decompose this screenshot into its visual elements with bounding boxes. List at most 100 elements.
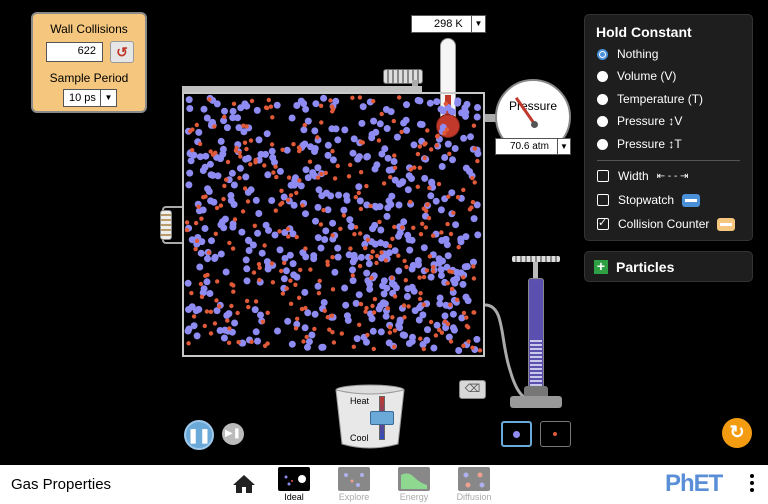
heavy-particle (399, 331, 407, 339)
light-particle (253, 157, 258, 163)
checkbox-width[interactable]: Width ⇤ - - ⇥ (597, 167, 688, 185)
ideal-screen-icon (278, 467, 310, 491)
light-particle (242, 140, 248, 145)
light-particle (439, 230, 444, 235)
heavy-particle (222, 268, 230, 276)
light-particle (353, 195, 358, 200)
heavy-particle (438, 163, 446, 170)
light-particle (403, 278, 408, 283)
light-particle (203, 273, 208, 278)
radio-label: Nothing (617, 47, 659, 61)
heavy-particle (345, 251, 353, 259)
heavy-particle (473, 335, 481, 343)
heavy-particle (408, 283, 416, 291)
heavy-particle (441, 312, 449, 320)
heavy-particle (363, 269, 371, 277)
radio-icon[interactable] (597, 138, 608, 150)
heavy-particle (321, 236, 329, 243)
light-particle (348, 162, 353, 168)
checkbox-checked-icon[interactable] (597, 216, 609, 230)
light-particle (279, 188, 284, 193)
reset-all-button[interactable]: ↻ (722, 418, 752, 448)
heavy-particle (204, 255, 211, 263)
light-particle (240, 209, 246, 214)
light-particle (214, 298, 219, 303)
checkbox-icon[interactable] (597, 194, 609, 206)
light-particle (431, 269, 436, 274)
light-particle (397, 95, 402, 100)
pause-icon: ❚❚ (187, 427, 211, 443)
checkbox-collision-counter[interactable]: Collision Counter (597, 215, 736, 233)
heavy-particle (410, 141, 418, 149)
radio-volume[interactable]: Volume (V) (597, 67, 676, 85)
pressure-readout-select[interactable]: 70.6 atm ▼ (495, 138, 571, 155)
radio-pressure-t[interactable]: Pressure ↕T (597, 135, 682, 153)
heavy-particle (451, 279, 459, 287)
heavy-particle (329, 156, 337, 164)
light-particle (387, 325, 393, 330)
radio-icon[interactable] (597, 115, 608, 127)
light-particle (391, 118, 396, 124)
tab-explore[interactable]: Explore (334, 465, 374, 504)
light-particle (296, 295, 302, 300)
light-particle (319, 171, 324, 177)
eraser-button[interactable]: ⌫ (459, 380, 486, 399)
expand-plus-icon[interactable]: + (594, 259, 608, 274)
radio-selected-icon[interactable] (597, 48, 608, 60)
menu-dots-icon[interactable] (749, 474, 755, 498)
light-particle (470, 345, 475, 350)
heavy-particle (427, 192, 435, 200)
phet-logo[interactable]: PhET (665, 470, 723, 498)
light-particle (417, 275, 422, 280)
light-particle (418, 336, 423, 341)
temperature-readout-select[interactable]: 298 K ▼ (411, 15, 486, 33)
sample-period-select[interactable]: 10 ps ▼ (63, 89, 117, 107)
heavy-particle (368, 134, 376, 142)
container-resize-handle[interactable] (160, 210, 172, 240)
light-particle (352, 232, 357, 237)
light-particle (229, 303, 234, 309)
checkbox-icon[interactable] (597, 170, 609, 182)
light-particle (420, 221, 425, 226)
heavy-particle (324, 151, 332, 159)
heavy-particle (311, 310, 319, 318)
tab-energy[interactable]: Energy (394, 465, 434, 504)
heavy-particle-species-button[interactable] (501, 421, 532, 447)
light-particle (236, 340, 241, 345)
radio-nothing[interactable]: Nothing (597, 45, 658, 63)
radio-pressure-v[interactable]: Pressure ↕V (597, 112, 682, 130)
light-particle (230, 246, 236, 251)
heavy-particle (349, 277, 357, 285)
heavy-particle (395, 201, 403, 209)
light-particle (387, 330, 393, 335)
heavy-particle (421, 174, 429, 182)
heavy-particle (433, 321, 441, 329)
heavy-particle (352, 299, 360, 307)
light-particle (277, 229, 282, 234)
light-particle (351, 344, 356, 349)
collision-reset-button[interactable]: ↺ (110, 41, 134, 63)
light-particle-species-button[interactable] (540, 421, 571, 447)
heavy-particle (228, 169, 236, 177)
particles-accordion[interactable]: + Particles (584, 251, 753, 282)
heavy-particle (234, 114, 242, 122)
heavy-particle (276, 167, 284, 175)
pause-button[interactable]: ❚❚ (184, 420, 214, 450)
heavy-particle (457, 238, 465, 246)
home-icon[interactable] (232, 474, 256, 494)
tab-ideal[interactable]: Ideal (274, 465, 314, 504)
checkbox-stopwatch[interactable]: Stopwatch (597, 191, 701, 209)
light-particle (455, 297, 460, 302)
step-forward-button[interactable]: ▶❚ (222, 423, 244, 445)
heavy-particle (334, 253, 342, 261)
tab-diffusion[interactable]: Diffusion (454, 465, 494, 504)
collision-counter-panel[interactable]: Wall Collisions 622 ↺ Sample Period 10 p… (31, 12, 147, 113)
radio-icon[interactable] (597, 93, 608, 105)
heavy-particle (290, 271, 298, 279)
heat-cool-slider-thumb[interactable] (370, 411, 394, 425)
light-particle (417, 296, 423, 302)
radio-icon[interactable] (597, 70, 608, 82)
pressure-gauge-hub (531, 121, 538, 128)
light-particle (330, 233, 335, 238)
radio-temperature[interactable]: Temperature (T) (597, 90, 703, 108)
